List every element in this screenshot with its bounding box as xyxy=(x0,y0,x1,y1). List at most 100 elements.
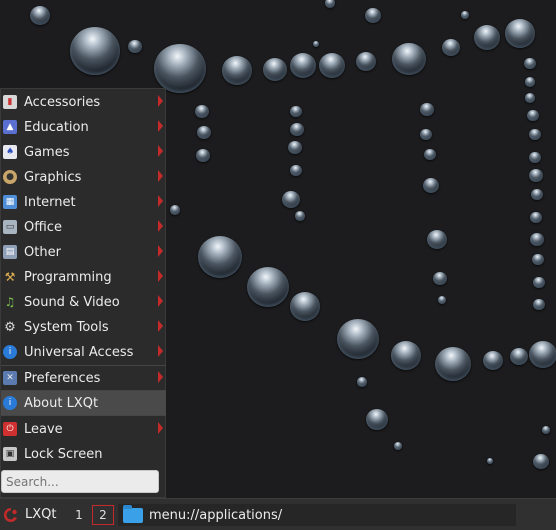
education-icon: ▲ xyxy=(3,120,17,134)
menu-item-preferences[interactable]: ✕ Preferences xyxy=(1,366,166,390)
submenu-arrow-icon xyxy=(158,270,163,282)
start-menu-button[interactable]: LXQt xyxy=(0,499,64,530)
water-drop xyxy=(529,152,541,164)
water-drop xyxy=(505,19,535,48)
water-drop xyxy=(128,40,142,54)
water-drop xyxy=(70,27,120,75)
internet-icon: ▦ xyxy=(3,195,17,209)
menu-item-universal-access[interactable]: i Universal Access xyxy=(1,340,166,364)
water-drop xyxy=(337,319,379,359)
menu-item-leave[interactable]: ⏻ Leave xyxy=(1,417,166,441)
submenu-arrow-icon xyxy=(158,422,163,434)
desktop-switch-1[interactable]: 1 xyxy=(68,505,90,525)
menu-item-label: Programming xyxy=(24,269,112,285)
water-drop xyxy=(325,0,335,8)
submenu-arrow-icon xyxy=(158,245,163,257)
menu-item-label: Education xyxy=(24,119,89,135)
lock-screen-icon: ▣ xyxy=(3,447,17,461)
universal-access-icon: i xyxy=(3,345,17,359)
water-drop xyxy=(247,267,289,307)
programming-icon: ⚒ xyxy=(4,270,16,284)
menu-search-input[interactable] xyxy=(1,470,159,493)
water-drop xyxy=(532,254,544,266)
menu-item-other[interactable]: ▤ Other xyxy=(1,240,166,264)
menu-item-games[interactable]: ♠ Games xyxy=(1,140,166,164)
water-drop xyxy=(288,141,302,155)
submenu-arrow-icon xyxy=(158,345,163,357)
water-drop xyxy=(533,454,549,470)
water-drop xyxy=(483,351,503,370)
menu-item-accessories[interactable]: ▮ Accessories xyxy=(1,90,166,114)
water-drop xyxy=(313,41,319,47)
menu-item-label: Internet xyxy=(24,194,76,210)
water-drop xyxy=(525,77,535,87)
lxqt-logo-icon xyxy=(4,507,17,522)
water-drop xyxy=(529,341,556,368)
games-icon: ♠ xyxy=(3,145,17,159)
menu-item-programming[interactable]: ⚒ Programming xyxy=(1,265,166,289)
submenu-arrow-icon xyxy=(158,95,163,107)
water-drop xyxy=(392,43,426,76)
desktop-switch-2[interactable]: 2 xyxy=(92,505,114,525)
water-drop xyxy=(357,377,367,387)
menu-item-label: Accessories xyxy=(24,94,101,110)
menu-item-system-tools[interactable]: ⚙ System Tools xyxy=(1,315,166,339)
water-drop xyxy=(295,211,305,221)
water-drop xyxy=(30,6,50,25)
submenu-arrow-icon xyxy=(158,295,163,307)
folder-icon xyxy=(123,504,143,523)
water-drop xyxy=(474,25,500,50)
menu-item-label: Other xyxy=(24,244,61,260)
submenu-arrow-icon xyxy=(158,145,163,157)
water-drop xyxy=(263,58,287,81)
graphics-icon: ● xyxy=(3,170,17,184)
sound-video-icon: ♫ xyxy=(4,295,16,309)
water-drop xyxy=(195,105,209,119)
water-drop xyxy=(533,277,545,289)
water-drop xyxy=(420,129,432,141)
menu-item-lock-screen[interactable]: ▣ Lock Screen xyxy=(1,442,166,466)
submenu-arrow-icon xyxy=(158,120,163,132)
water-drop xyxy=(290,165,302,177)
water-drop xyxy=(366,409,388,430)
submenu-arrow-icon xyxy=(158,195,163,207)
submenu-arrow-icon xyxy=(158,170,163,182)
water-drop xyxy=(197,126,211,140)
menu-item-graphics[interactable]: ● Graphics xyxy=(1,165,166,189)
water-drop xyxy=(435,347,471,382)
water-drop xyxy=(290,123,304,137)
menu-item-education[interactable]: ▲ Education xyxy=(1,115,166,139)
menu-item-label: Preferences xyxy=(24,370,101,386)
water-drop xyxy=(542,426,550,434)
water-drop xyxy=(527,110,539,122)
taskbar-panel: LXQt 1 2 menu://applications/ xyxy=(0,498,556,530)
water-drop xyxy=(154,44,206,94)
water-drop xyxy=(530,212,542,224)
leave-icon: ⏻ xyxy=(3,422,17,436)
menu-item-internet[interactable]: ▦ Internet xyxy=(1,190,166,214)
application-menu: ▮ Accessories ▲ Education ♠ Games ● Grap… xyxy=(0,88,166,498)
submenu-arrow-icon xyxy=(158,371,163,383)
water-drop xyxy=(420,103,434,117)
water-drop xyxy=(282,191,300,209)
water-drop xyxy=(222,56,252,85)
menu-item-about-lxqt[interactable]: i About LXQt xyxy=(1,391,166,415)
taskbar-window-button[interactable]: menu://applications/ xyxy=(118,504,516,526)
water-drop xyxy=(442,39,460,57)
system-tools-icon: ⚙ xyxy=(4,319,16,335)
menu-item-label: System Tools xyxy=(24,319,109,335)
menu-item-label: Graphics xyxy=(24,169,82,185)
water-drop xyxy=(525,93,535,103)
water-drop xyxy=(433,272,447,286)
preferences-icon: ✕ xyxy=(3,371,17,385)
water-drop xyxy=(529,169,543,183)
water-drop xyxy=(510,348,528,366)
water-drop xyxy=(531,189,543,201)
submenu-arrow-icon xyxy=(158,220,163,232)
menu-item-office[interactable]: ▭ Office xyxy=(1,215,166,239)
water-drop xyxy=(438,296,446,304)
menu-item-sound-video[interactable]: ♫ Sound & Video xyxy=(1,290,166,314)
office-icon: ▭ xyxy=(3,220,17,234)
water-drop xyxy=(530,233,544,247)
menu-item-label: Games xyxy=(24,144,70,160)
